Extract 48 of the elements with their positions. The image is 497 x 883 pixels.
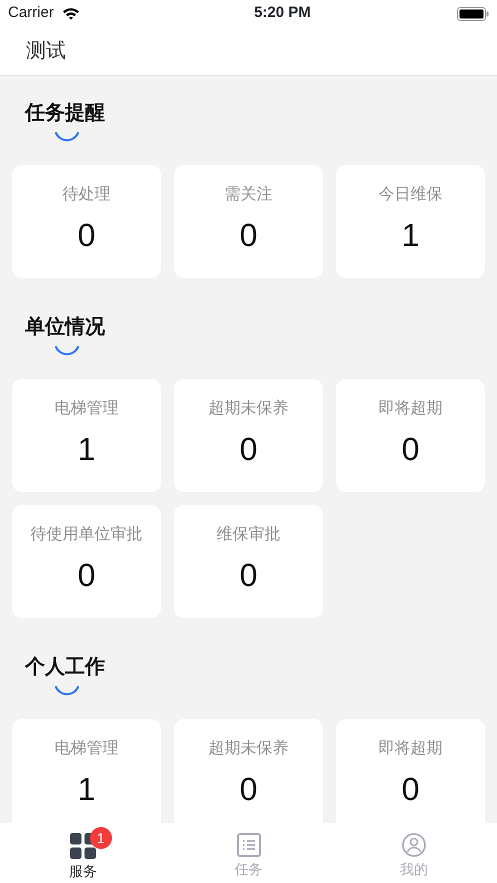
card-label: 需关注 xyxy=(224,184,272,205)
card-label: 维保审批 xyxy=(216,524,280,545)
stat-card[interactable]: 电梯管理 1 xyxy=(12,379,161,492)
card-count: 0 xyxy=(240,216,258,255)
stat-card[interactable]: 超期未保养 0 xyxy=(174,719,323,823)
section-title: 单位情况 xyxy=(25,316,105,338)
card-count: 0 xyxy=(402,770,420,809)
arc-icon xyxy=(54,345,80,358)
battery-icon xyxy=(456,6,489,20)
stat-card[interactable]: 待使用单位审批 0 xyxy=(12,505,161,618)
stat-card[interactable]: 需关注 0 xyxy=(174,165,323,278)
card-count: 0 xyxy=(78,216,96,255)
stat-card[interactable]: 电梯管理 1 xyxy=(12,719,161,823)
card-count: 0 xyxy=(240,556,258,595)
person-icon xyxy=(402,833,426,857)
stat-card[interactable]: 维保审批 0 xyxy=(174,505,323,618)
carrier-label: Carrier xyxy=(8,3,54,24)
card-label: 即将超期 xyxy=(378,739,442,759)
card-label: 待处理 xyxy=(62,184,110,205)
stat-card[interactable]: 即将超期 0 xyxy=(336,719,485,823)
page-title: 测试 xyxy=(26,39,66,64)
card-label: 超期未保养 xyxy=(208,398,288,419)
card-count: 0 xyxy=(78,556,96,595)
clock-time: 5:20 PM xyxy=(254,3,311,24)
card-count: 1 xyxy=(402,216,420,255)
section-title: 个人工作 xyxy=(25,656,105,678)
list-icon xyxy=(236,833,260,857)
stat-card[interactable]: 即将超期 0 xyxy=(336,379,485,492)
tab-button[interactable]: 服务 1 xyxy=(0,823,166,883)
card-count: 0 xyxy=(240,770,258,809)
card-count: 1 xyxy=(78,430,96,469)
wifi-icon xyxy=(62,7,80,20)
card-count: 1 xyxy=(78,770,96,809)
count-badge: 1 xyxy=(90,827,112,849)
card-label: 即将超期 xyxy=(378,399,442,419)
card-count: 0 xyxy=(240,430,258,469)
card-label: 超期未保养 xyxy=(208,738,288,759)
stat-card[interactable]: 今日维保 1 xyxy=(336,165,485,278)
section-title: 任务提醒 xyxy=(25,102,105,124)
card-label: 待使用单位审批 xyxy=(30,524,142,545)
card-count: 0 xyxy=(402,430,420,469)
card-label: 电梯管理 xyxy=(54,398,118,419)
arc-icon xyxy=(54,131,80,144)
stat-card[interactable]: 待处理 0 xyxy=(12,165,161,278)
arc-icon xyxy=(54,685,80,698)
stat-card[interactable]: 超期未保养 0 xyxy=(174,379,323,492)
card-label: 今日维保 xyxy=(378,184,442,205)
card-label: 电梯管理 xyxy=(54,738,118,759)
